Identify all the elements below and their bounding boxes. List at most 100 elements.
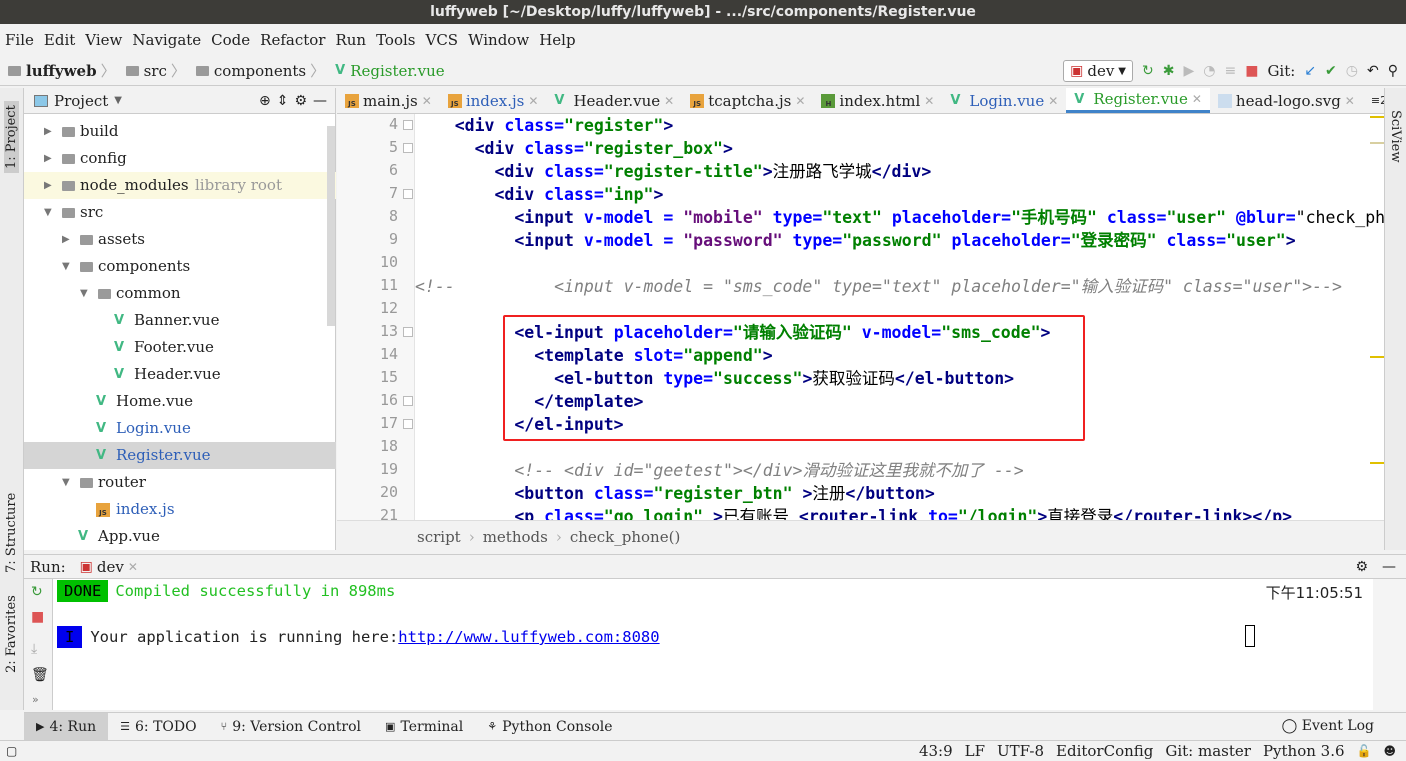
tree-item[interactable]: V Footer.vue bbox=[24, 334, 336, 361]
sciview-tool-button[interactable]: SciView bbox=[1388, 110, 1403, 162]
tab-main-js[interactable]: JS main.js ✕ bbox=[337, 88, 440, 113]
editorconfig-status[interactable]: EditorConfig bbox=[1056, 742, 1153, 760]
gear-icon[interactable]: ⚙ bbox=[294, 93, 307, 109]
run-tab-dev[interactable]: ▣ dev ✕ bbox=[80, 558, 138, 576]
tree-item[interactable]: V Register.vue bbox=[24, 442, 336, 469]
rerun-icon[interactable]: ↻ bbox=[31, 584, 43, 600]
chevron-right-icon[interactable]: ▶ bbox=[62, 226, 70, 253]
tab-header-vue[interactable]: V Header.vue ✕ bbox=[546, 88, 682, 113]
bottom-tab-versioncontrol[interactable]: ⑂ 9: Version Control bbox=[209, 713, 373, 741]
tab-register-vue[interactable]: V Register.vue ✕ bbox=[1066, 88, 1210, 113]
gear-icon[interactable]: ⚙ bbox=[1355, 559, 1368, 575]
locate-icon[interactable]: ⊕ bbox=[259, 93, 271, 109]
console-output[interactable]: DONE Compiled successfully in 898ms 下午11… bbox=[53, 579, 1373, 710]
bottom-tab-terminal[interactable]: ▣ Terminal bbox=[373, 713, 475, 741]
chevron-right-icon[interactable]: ▶ bbox=[44, 145, 52, 172]
stop-icon[interactable]: ■ bbox=[1245, 63, 1258, 79]
close-icon[interactable]: ✕ bbox=[1345, 94, 1355, 108]
chevron-down-icon[interactable]: ▼ bbox=[44, 199, 52, 226]
menu-run[interactable]: Run bbox=[330, 28, 371, 52]
run-config-select[interactable]: ▣ dev ▼ bbox=[1063, 60, 1133, 82]
tree-item[interactable]: ▼ src bbox=[24, 199, 336, 226]
close-icon[interactable]: ✕ bbox=[924, 94, 934, 108]
chevron-down-icon[interactable]: ▼ bbox=[62, 469, 70, 496]
python-interpreter[interactable]: Python 3.6 bbox=[1263, 742, 1345, 760]
search-icon[interactable]: ⚲ bbox=[1388, 63, 1398, 79]
trash-icon[interactable]: 🗑 bbox=[31, 667, 49, 683]
fold-icon[interactable] bbox=[403, 143, 413, 153]
chevron-right-icon[interactable]: ▶ bbox=[44, 118, 52, 145]
structure-tool-button[interactable]: 7: Structure bbox=[4, 493, 19, 573]
menu-vcs[interactable]: VCS bbox=[421, 28, 464, 52]
git-commit-icon[interactable]: ✔ bbox=[1325, 63, 1337, 79]
breadcrumb-item[interactable]: V Register.vue bbox=[335, 62, 445, 80]
lock-icon[interactable]: 🔓 bbox=[1357, 744, 1372, 758]
git-update-icon[interactable]: ↙ bbox=[1304, 63, 1316, 79]
tree-item[interactable]: ▶ node_modules library root bbox=[24, 172, 336, 199]
chevron-right-icon[interactable]: ▶ bbox=[44, 172, 52, 199]
close-icon[interactable]: ✕ bbox=[664, 94, 674, 108]
tree-item[interactable]: V Login.vue bbox=[24, 415, 336, 442]
minimize-icon[interactable]: — bbox=[313, 93, 327, 109]
scroll-to-end-icon[interactable]: ⤓ bbox=[31, 641, 37, 657]
inspector-icon[interactable]: ☻ bbox=[1383, 744, 1396, 758]
menu-tools[interactable]: Tools bbox=[371, 28, 420, 52]
stop-icon[interactable]: ■ bbox=[31, 609, 44, 625]
breadcrumb-item[interactable]: src 〉 bbox=[125, 60, 190, 81]
project-tool-button[interactable]: 1: Project bbox=[4, 101, 19, 173]
tree-item[interactable]: V App.vue bbox=[24, 523, 336, 550]
app-url-link[interactable]: http://www.luffyweb.com:8080 bbox=[398, 628, 659, 646]
close-icon[interactable]: ✕ bbox=[1048, 94, 1058, 108]
tree-item[interactable]: V Home.vue bbox=[24, 388, 336, 415]
profile-icon[interactable]: ◔ bbox=[1203, 63, 1215, 79]
tab-login-vue[interactable]: V Login.vue ✕ bbox=[942, 88, 1066, 113]
more-icon[interactable]: » bbox=[32, 693, 39, 706]
tree-item[interactable]: V Header.vue bbox=[24, 361, 336, 388]
fold-icon[interactable] bbox=[403, 120, 413, 130]
tab-head-logo-svg[interactable]: head-logo.svg ✕ bbox=[1210, 88, 1363, 113]
coverage-icon[interactable]: ▶ bbox=[1183, 63, 1194, 79]
fold-icon[interactable] bbox=[403, 419, 413, 429]
event-log-button[interactable]: ◯ Event Log bbox=[1282, 712, 1374, 740]
close-icon[interactable]: ✕ bbox=[1192, 92, 1202, 106]
debug-icon[interactable]: ✱ bbox=[1163, 63, 1175, 79]
tab-tcaptcha-js[interactable]: JS tcaptcha.js ✕ bbox=[682, 88, 813, 113]
tree-scrollbar[interactable] bbox=[327, 126, 335, 326]
project-view-select[interactable]: Project bbox=[54, 92, 108, 110]
console-scrollbar[interactable] bbox=[1373, 579, 1406, 710]
menu-refactor[interactable]: Refactor bbox=[255, 28, 330, 52]
git-history-icon[interactable]: ◷ bbox=[1346, 63, 1358, 79]
menu-file[interactable]: File bbox=[0, 28, 39, 52]
minimize-icon[interactable]: — bbox=[1382, 559, 1396, 575]
breadcrumb-item[interactable]: luffyweb 〉 bbox=[8, 60, 120, 81]
favorites-tool-button[interactable]: 2: Favorites bbox=[4, 595, 19, 673]
bottom-tab-run[interactable]: ▶ 4: Run bbox=[24, 712, 109, 741]
menu-view[interactable]: View bbox=[80, 28, 127, 52]
menu-help[interactable]: Help bbox=[534, 28, 580, 52]
tree-item[interactable]: V Banner.vue bbox=[24, 307, 336, 334]
tree-item[interactable]: ▼ common bbox=[24, 280, 336, 307]
rerun-icon[interactable]: ↻ bbox=[1142, 63, 1154, 79]
caret-position[interactable]: 43:9 bbox=[919, 742, 953, 760]
close-icon[interactable]: ✕ bbox=[128, 560, 138, 574]
editor-breadcrumb-item[interactable]: check_phone() bbox=[570, 528, 680, 546]
step-icon[interactable]: ≡ bbox=[1224, 63, 1236, 79]
git-revert-icon[interactable]: ↶ bbox=[1367, 63, 1379, 79]
menu-edit[interactable]: Edit bbox=[39, 28, 80, 52]
close-icon[interactable]: ✕ bbox=[795, 94, 805, 108]
fold-icon[interactable] bbox=[403, 396, 413, 406]
close-icon[interactable]: ✕ bbox=[422, 94, 432, 108]
bottom-tab-todo[interactable]: ☰ 6: TODO bbox=[108, 713, 208, 741]
breadcrumb-item[interactable]: components 〉 bbox=[195, 60, 329, 81]
line-separator[interactable]: LF bbox=[965, 742, 985, 760]
editor-breadcrumb-item[interactable]: script bbox=[417, 528, 461, 546]
tree-item[interactable]: ▼ router bbox=[24, 469, 336, 496]
editor-breadcrumb-item[interactable]: methods bbox=[483, 528, 548, 546]
fold-icon[interactable] bbox=[403, 189, 413, 199]
fold-icon[interactable] bbox=[403, 327, 413, 337]
chevron-down-icon[interactable]: ▼ bbox=[62, 253, 70, 280]
tree-item[interactable]: ▼ components bbox=[24, 253, 336, 280]
bottom-tab-pythonconsole[interactable]: ⚘ Python Console bbox=[475, 713, 624, 741]
file-encoding[interactable]: UTF-8 bbox=[997, 742, 1044, 760]
tree-item[interactable]: ▶ config bbox=[24, 145, 336, 172]
